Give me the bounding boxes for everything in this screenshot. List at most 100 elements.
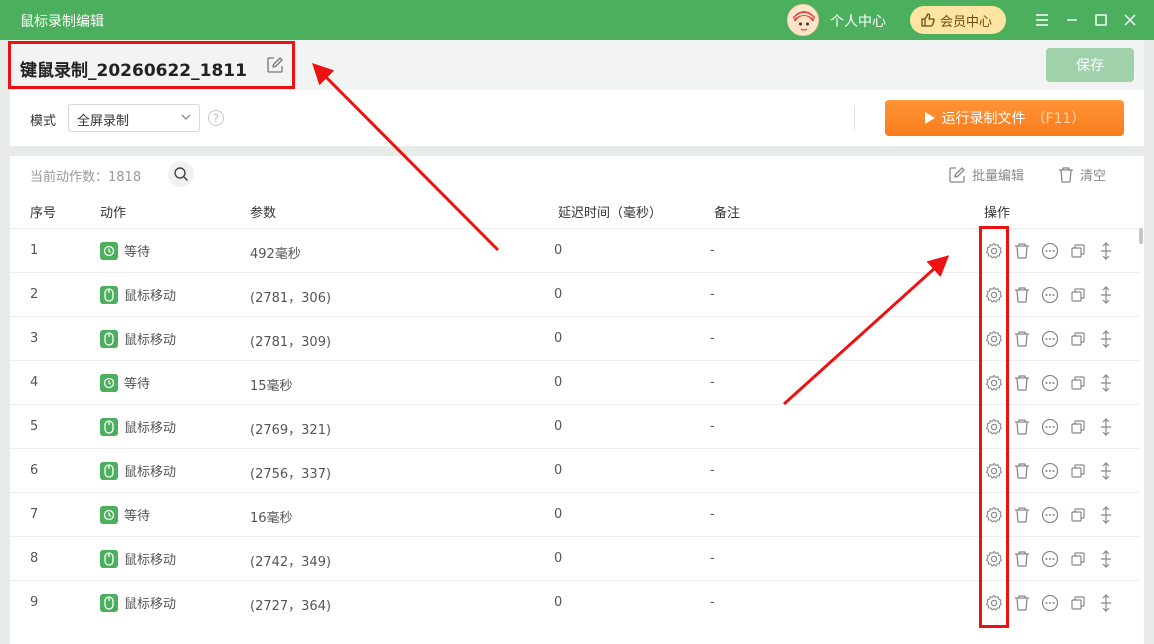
vip-center-button[interactable]: 会员中心 [910,6,1006,34]
settings-button[interactable] [984,417,1004,437]
row-index: 4 [30,375,39,390]
copy-button[interactable] [1068,461,1088,481]
header-operations: 操作 [984,206,1011,221]
settings-button[interactable] [984,285,1004,305]
table-row[interactable]: 1 等待 492毫秒 0 - [10,228,1140,272]
copy-button[interactable] [1068,593,1088,613]
copy-icon [1070,375,1086,391]
more-icon [1041,286,1059,304]
copy-button[interactable] [1068,329,1088,349]
more-icon [1041,594,1059,612]
more-button[interactable] [1040,373,1060,393]
copy-button[interactable] [1068,417,1088,437]
scroll-thumb[interactable] [1139,228,1143,244]
table-row[interactable]: 3 鼠标移动 (2781，309) 0 - [10,316,1140,360]
copy-button[interactable] [1068,285,1088,305]
delete-button[interactable] [1012,461,1032,481]
table-row[interactable]: 2 鼠标移动 (2781，306) 0 - [10,272,1140,316]
move-button[interactable] [1096,417,1116,437]
more-button[interactable] [1040,241,1060,261]
row-note: - [710,463,715,478]
copy-icon [1070,419,1086,435]
delete-button[interactable] [1012,329,1032,349]
maximize-button[interactable] [1091,10,1111,30]
copy-button[interactable] [1068,549,1088,569]
settings-icon [985,374,1003,392]
settings-button[interactable] [984,505,1004,525]
close-icon [1124,14,1136,26]
copy-button[interactable] [1068,373,1088,393]
settings-button[interactable] [984,461,1004,481]
close-button[interactable] [1120,10,1140,30]
table-row[interactable]: 7 等待 16毫秒 0 - [10,492,1140,536]
maximize-icon [1095,14,1107,26]
delete-icon [1014,550,1030,568]
clear-button[interactable]: 清空 [1058,165,1106,184]
move-button[interactable] [1096,505,1116,525]
more-button[interactable] [1040,505,1060,525]
move-button[interactable] [1096,241,1116,261]
table-row[interactable]: 6 鼠标移动 (2756，337) 0 - [10,448,1140,492]
copy-button[interactable] [1068,505,1088,525]
delete-button[interactable] [1012,417,1032,437]
more-button[interactable] [1040,417,1060,437]
search-button[interactable] [168,161,194,187]
settings-button[interactable] [984,549,1004,569]
user-center-link[interactable]: 个人中心 [830,11,886,31]
more-button[interactable] [1040,549,1060,569]
clock-icon [100,241,118,260]
move-button[interactable] [1096,549,1116,569]
move-button[interactable] [1096,285,1116,305]
more-button[interactable] [1040,593,1060,613]
run-recording-label: 运行录制文件 [941,111,1026,127]
menu-button[interactable] [1032,10,1052,30]
mode-select[interactable]: 全屏录制 [68,104,200,132]
row-index: 9 [30,595,39,610]
more-icon [1041,374,1059,392]
move-button[interactable] [1096,373,1116,393]
settings-button[interactable] [984,593,1004,613]
row-action: 鼠标移动 [100,285,176,304]
move-icon [1098,374,1114,392]
settings-button[interactable] [984,241,1004,261]
batch-edit-icon [949,166,965,183]
delete-button[interactable] [1012,593,1032,613]
delete-icon [1014,374,1030,392]
batch-edit-button[interactable]: 批量编辑 [948,165,1024,184]
avatar[interactable] [787,4,819,36]
scrollbar[interactable] [1138,228,1144,644]
menu-icon [1036,14,1048,26]
table-row[interactable]: 4 等待 15毫秒 0 - [10,360,1140,404]
table-row[interactable]: 8 鼠标移动 (2742，349) 0 - [10,536,1140,580]
move-button[interactable] [1096,593,1116,613]
settings-button[interactable] [984,373,1004,393]
settings-icon [985,330,1003,348]
more-icon [1041,242,1059,260]
more-button[interactable] [1040,285,1060,305]
table-row[interactable]: 9 鼠标移动 (2727，364) 0 - [10,580,1140,624]
move-icon [1098,286,1114,304]
move-button[interactable] [1096,461,1116,481]
more-button[interactable] [1040,329,1060,349]
minimize-button[interactable] [1062,10,1082,30]
row-index: 7 [30,507,39,522]
row-action-label: 鼠标移动 [124,333,177,348]
row-index: 8 [30,551,39,566]
delete-icon [1014,242,1030,260]
move-button[interactable] [1096,329,1116,349]
edit-name-button[interactable] [266,56,284,74]
help-icon[interactable]: ? [208,110,224,126]
more-button[interactable] [1040,461,1060,481]
delete-button[interactable] [1012,373,1032,393]
run-recording-button[interactable]: 运行录制文件 （F11） [885,100,1124,136]
copy-icon [1070,551,1086,567]
delete-button[interactable] [1012,549,1032,569]
delete-button[interactable] [1012,505,1032,525]
action-table-panel: 当前动作数：1818 批量编辑 清空 序号 动作 参数 延迟时间（毫秒） 备注 … [10,156,1144,644]
settings-button[interactable] [984,329,1004,349]
save-button[interactable]: 保存 [1046,48,1134,82]
delete-button[interactable] [1012,241,1032,261]
copy-button[interactable] [1068,241,1088,261]
table-row[interactable]: 5 鼠标移动 (2769，321) 0 - [10,404,1140,448]
delete-button[interactable] [1012,285,1032,305]
